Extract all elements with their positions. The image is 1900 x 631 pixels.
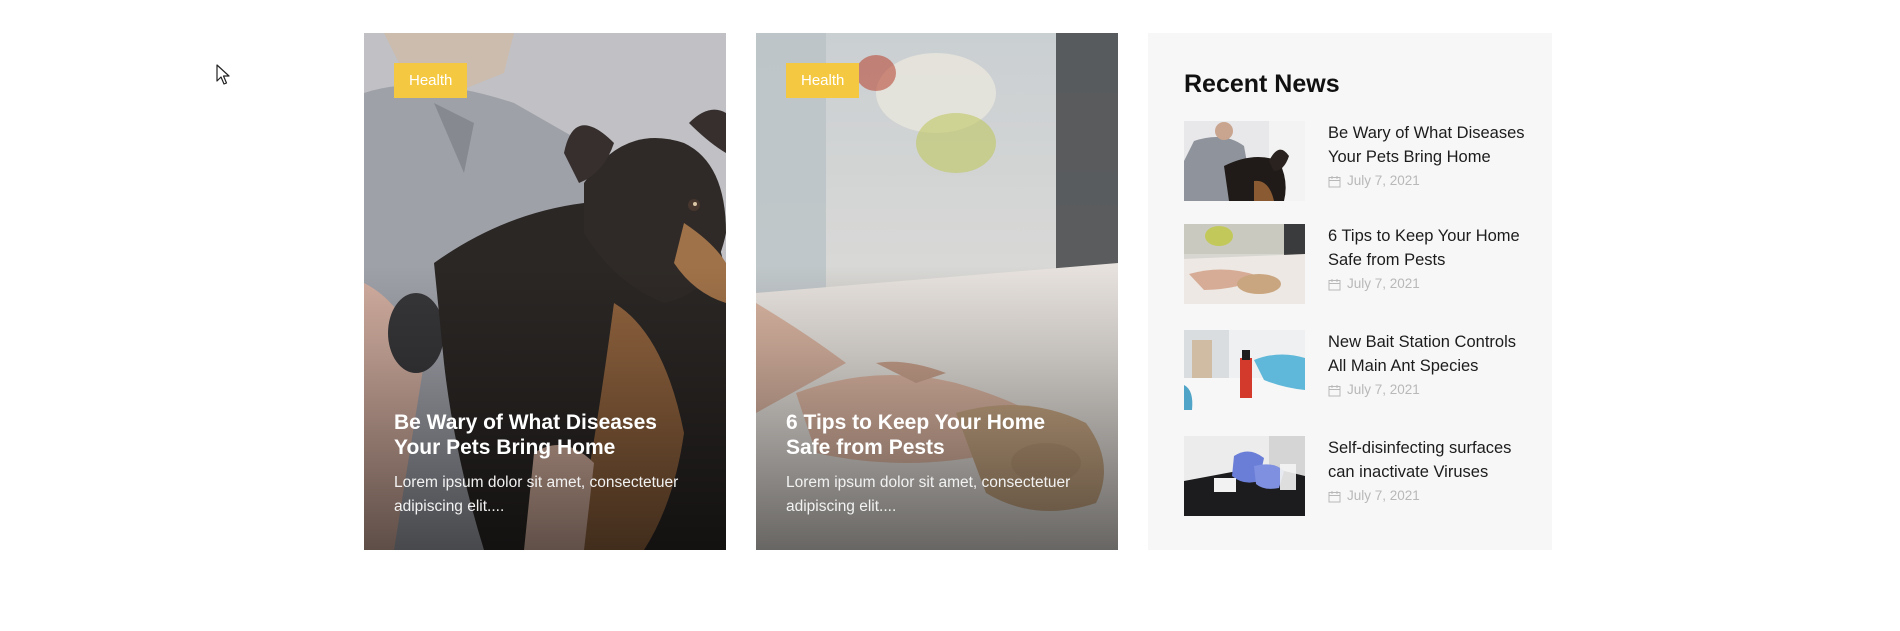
post-title[interactable]: Be Wary of What Diseases Your Pets Bring… [394, 410, 702, 460]
news-thumbnail[interactable] [1184, 224, 1305, 304]
featured-post-card[interactable]: Health Be Wary of What Diseases Your Pet… [364, 33, 726, 550]
news-date: July 7, 2021 [1328, 488, 1420, 504]
news-date: July 7, 2021 [1328, 173, 1420, 189]
widget-title: Recent News [1184, 70, 1340, 98]
page: Health Be Wary of What Diseases Your Pet… [0, 0, 1900, 631]
news-title[interactable]: 6 Tips to Keep Your Home Safe from Pests [1328, 224, 1528, 272]
calendar-icon [1328, 175, 1341, 187]
news-title[interactable]: Self-disinfecting surfaces can inactivat… [1328, 436, 1528, 484]
post-excerpt: Lorem ipsum dolor sit amet, consectetuer… [394, 474, 679, 515]
news-title[interactable]: New Bait Station Controls All Main Ant S… [1328, 330, 1528, 378]
calendar-icon [1328, 490, 1341, 502]
post-title[interactable]: 6 Tips to Keep Your Home Safe from Pests [786, 410, 1094, 460]
news-date-text: July 7, 2021 [1347, 488, 1420, 503]
news-thumbnail[interactable] [1184, 121, 1305, 201]
recent-news-item[interactable]: Self-disinfecting surfaces can inactivat… [1184, 436, 1534, 518]
recent-news-item[interactable]: New Bait Station Controls All Main Ant S… [1184, 330, 1534, 412]
category-badge[interactable]: Health [786, 63, 860, 98]
recent-news-widget: Recent News Be Wary of What Diseases You… [1148, 33, 1552, 550]
recent-news-item[interactable]: 6 Tips to Keep Your Home Safe from Pests… [1184, 224, 1534, 306]
news-date: July 7, 2021 [1328, 276, 1420, 292]
news-thumbnail[interactable] [1184, 436, 1305, 516]
featured-post-card[interactable]: Health 6 Tips to Keep Your Home Safe fro… [756, 33, 1118, 550]
news-thumbnail[interactable] [1184, 330, 1305, 410]
news-date-text: July 7, 2021 [1347, 276, 1420, 291]
post-excerpt: Lorem ipsum dolor sit amet, consectetuer… [786, 474, 1071, 515]
mouse-cursor-icon [216, 64, 230, 85]
calendar-icon [1328, 384, 1341, 396]
category-badge[interactable]: Health [394, 63, 468, 98]
news-date-text: July 7, 2021 [1347, 173, 1420, 188]
calendar-icon [1328, 278, 1341, 290]
news-date: July 7, 2021 [1328, 382, 1420, 398]
news-date-text: July 7, 2021 [1347, 382, 1420, 397]
news-title[interactable]: Be Wary of What Diseases Your Pets Bring… [1328, 121, 1528, 169]
recent-news-item[interactable]: Be Wary of What Diseases Your Pets Bring… [1184, 121, 1534, 203]
